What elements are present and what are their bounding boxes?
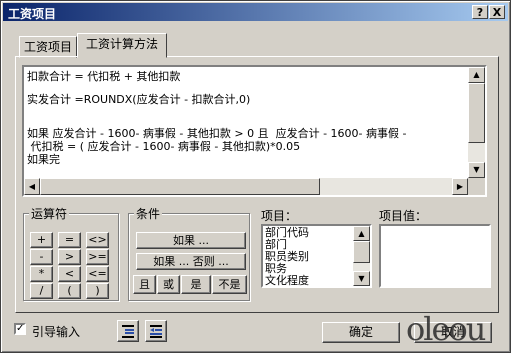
scroll-thumb[interactable] [468,83,485,143]
operator-button[interactable]: > [58,249,81,265]
is-button[interactable]: 是 [181,275,211,294]
outdent-icon[interactable] [145,320,167,342]
operator-button[interactable]: <> [86,232,109,248]
formula-line: 代扣税 = ( 应发合计 - 1600- 病事假 - 其他扣款)*0.05 [27,140,301,153]
operators-label: 运算符 [29,205,70,222]
if-else-button[interactable]: 如果 ... 否则 ... [136,253,246,270]
guide-input-label: 引导输入 [32,325,81,339]
operator-button[interactable]: >= [86,249,109,265]
scroll-up-icon[interactable]: ▲ [468,67,485,83]
is-not-button[interactable]: 不是 [212,275,247,294]
window-title: 工资项目 [8,7,57,21]
scroll-thumb[interactable] [353,241,370,263]
help-button[interactable]: ? [472,5,488,19]
title-bar[interactable]: 工资项目 ? X [3,3,508,21]
scroll-down-icon[interactable]: ▼ [468,162,485,178]
scroll-corner [468,178,485,195]
vertical-scrollbar[interactable]: ▲ ▼ [468,67,485,178]
guide-input-checkbox[interactable]: ✓ [14,323,26,335]
tab-salary-calculation[interactable]: 工资计算方法 [77,33,167,58]
operator-button[interactable]: - [30,249,53,265]
formula-line: 如果完 [27,153,60,166]
operator-button[interactable]: * [30,266,53,282]
scroll-right-icon[interactable]: ▶ [452,178,468,195]
item-values-label: 项目值： [379,209,428,223]
conditions-label: 条件 [134,205,163,222]
scroll-down-icon[interactable]: ▼ [353,271,370,286]
items-listbox[interactable]: 部门代码 部门 职员类别 职务 文化程度 ▲ ▼ [261,224,372,288]
operator-button[interactable]: + [30,232,53,248]
indent-icon[interactable] [117,320,139,342]
operator-button[interactable]: = [58,232,81,248]
operator-button[interactable]: / [30,283,53,299]
horizontal-scrollbar[interactable]: ◀ ▶ [24,178,468,195]
scroll-left-icon[interactable]: ◀ [24,178,40,195]
formula-line: 实发合计 =ROUNDX(应发合计 - 扣款合计,0) [27,93,251,106]
or-button[interactable]: 或 [157,275,180,294]
formula-line: 扣款合计 = 代扣税 + 其他扣款 [27,70,181,83]
scroll-up-icon[interactable]: ▲ [353,226,370,241]
operator-button[interactable]: ( [58,283,81,299]
items-label: 项目： [261,209,298,223]
ok-button[interactable]: 确定 [322,322,400,343]
and-button[interactable]: 且 [133,275,156,294]
if-button[interactable]: 如果 ... [136,232,246,249]
formula-editor[interactable]: 扣款合计 = 代扣税 + 其他扣款 实发合计 =ROUNDX(应发合计 - 扣款… [22,65,487,197]
operator-button[interactable]: ) [86,283,109,299]
list-item[interactable]: 文化程度 [265,275,309,287]
tab-salary-items[interactable]: 工资项目 [19,36,77,58]
item-values-listbox[interactable] [379,224,491,288]
list-scrollbar[interactable]: ▲ ▼ [353,226,370,286]
close-button[interactable]: X [489,5,505,19]
watermark-logo: oleou [406,310,486,348]
operator-button[interactable]: <= [86,266,109,282]
scroll-thumb[interactable] [40,178,320,195]
operator-button[interactable]: < [58,266,81,282]
